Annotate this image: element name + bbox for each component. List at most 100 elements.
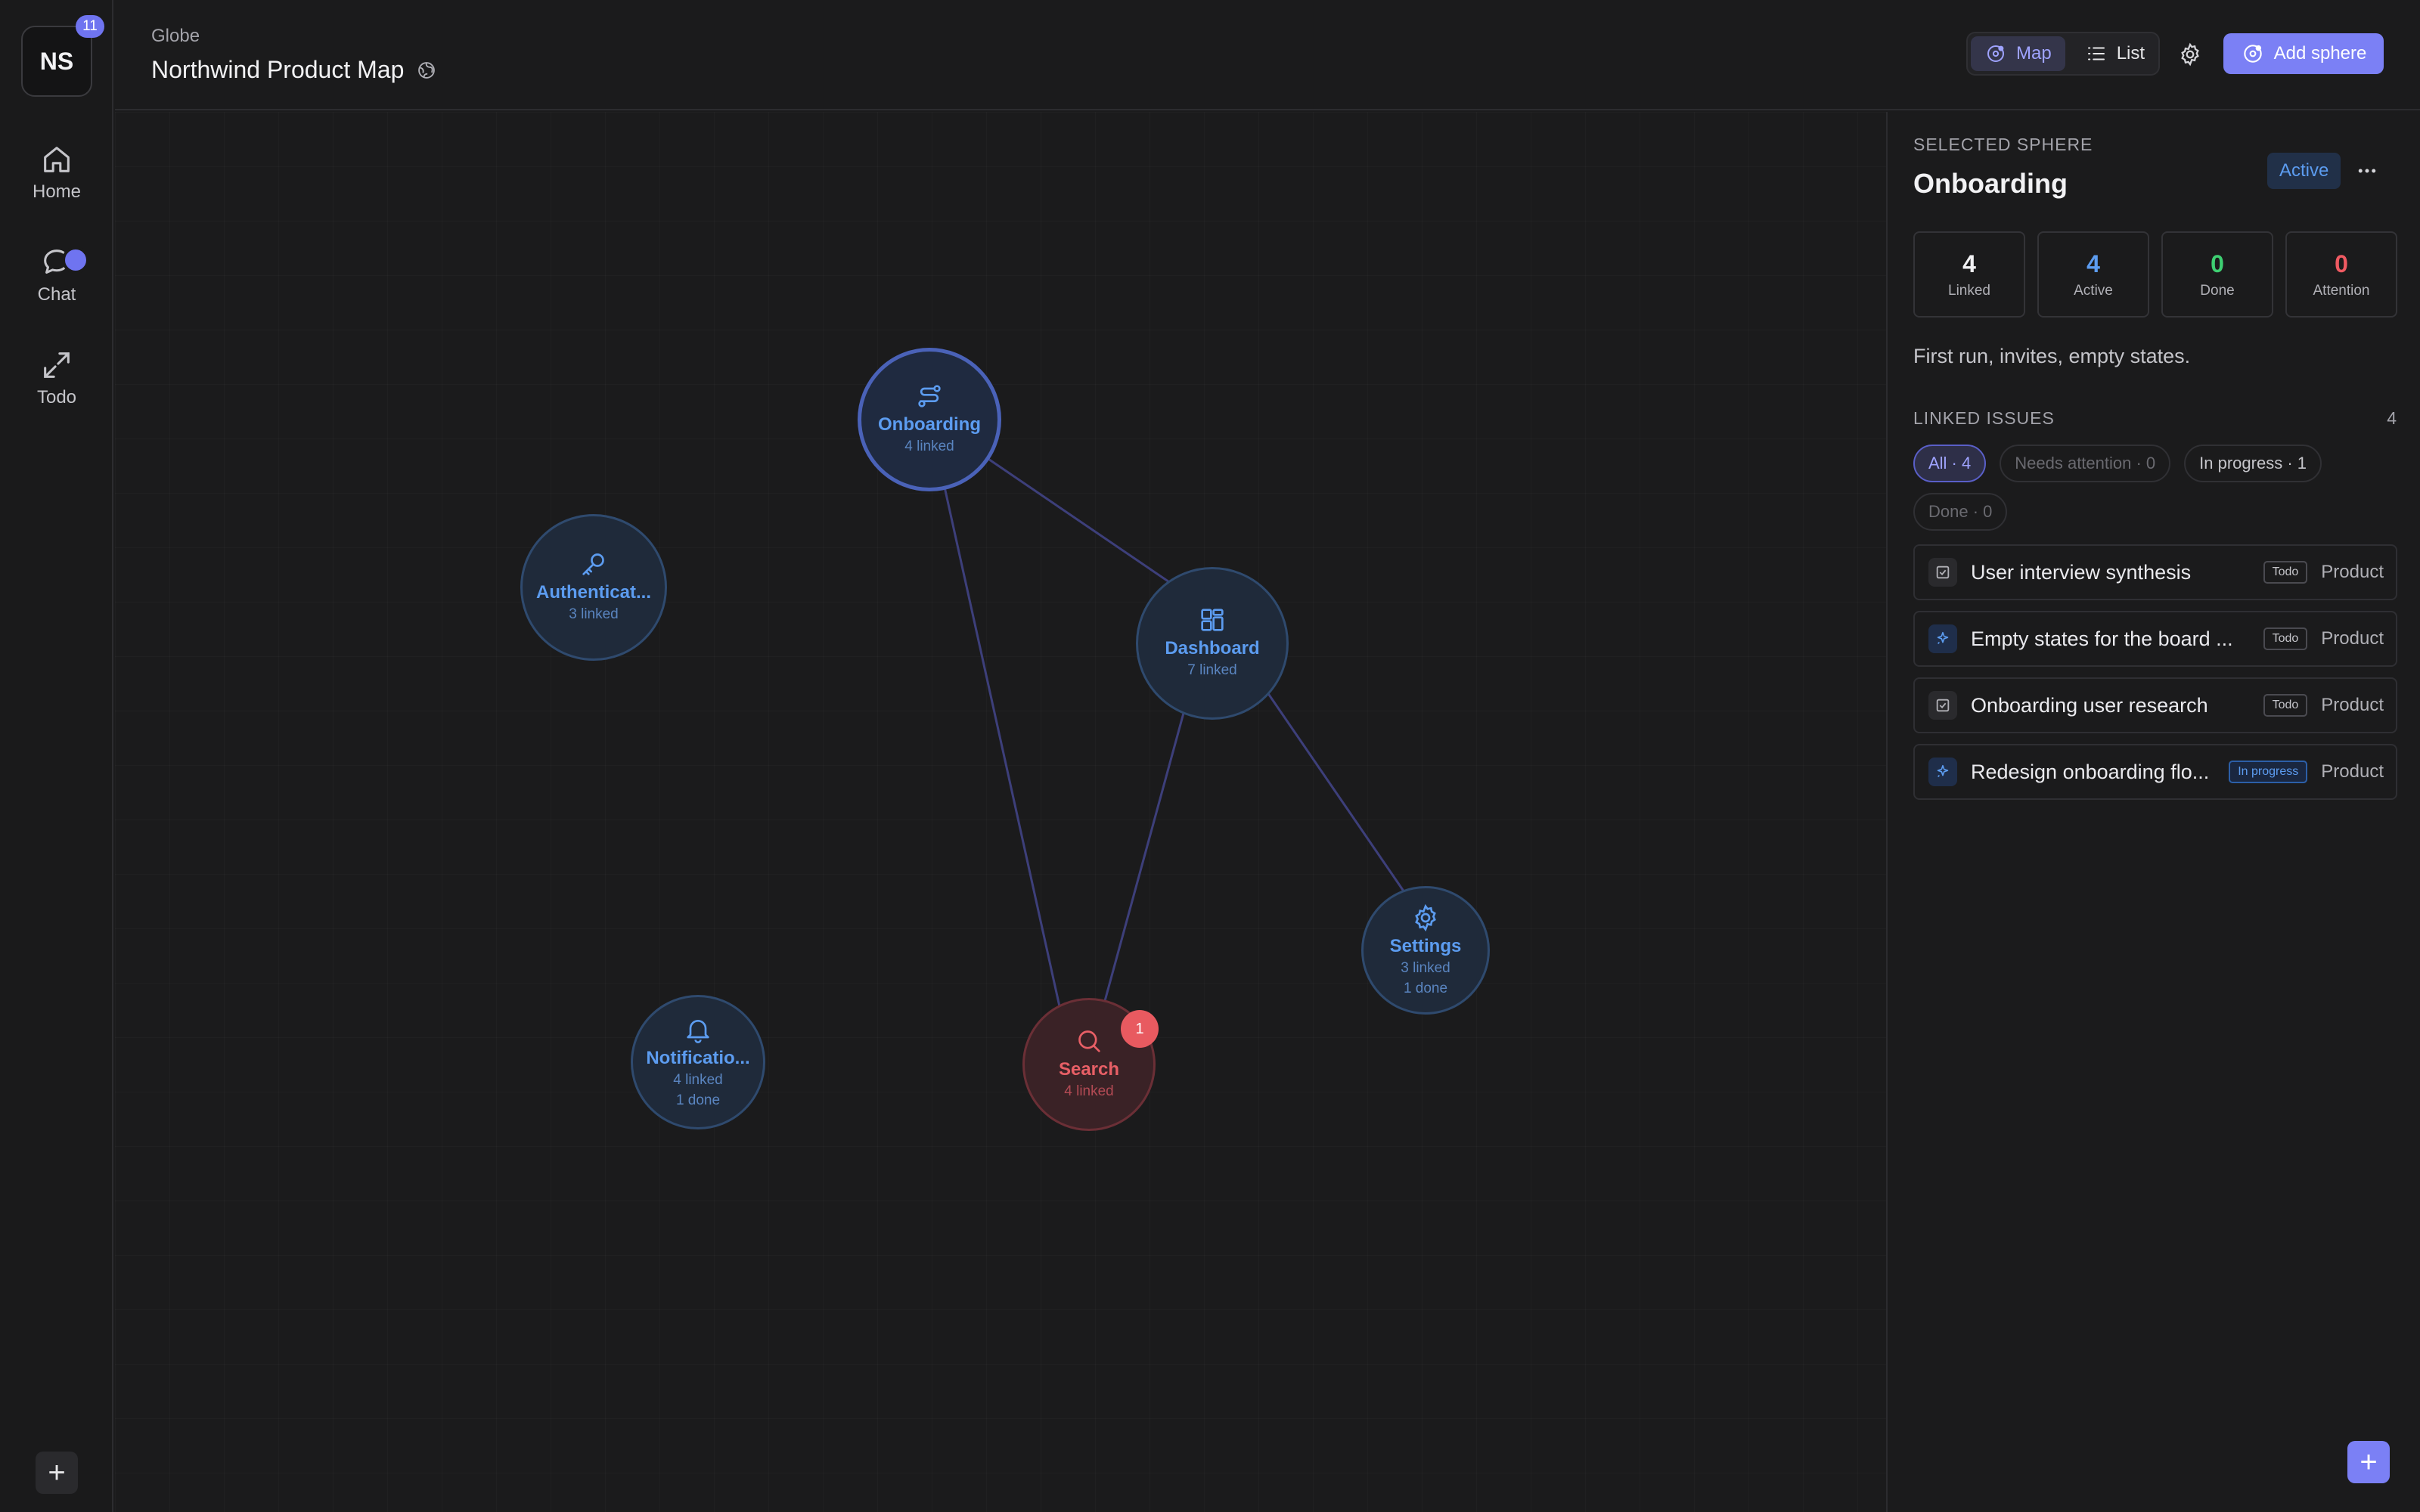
- issue-team: Product: [2321, 628, 2384, 649]
- linked-issues-count: 4: [2387, 408, 2397, 428]
- issue-title: Empty states for the board ...: [1971, 627, 2233, 650]
- page-title: Northwind Product Map: [151, 56, 437, 84]
- sphere-linked-count: 7 linked: [1187, 662, 1237, 678]
- expand-arrows-icon: [44, 352, 70, 378]
- stat-linked: 4 Linked: [1913, 231, 2025, 318]
- issue-row[interactable]: Onboarding user research Todo Product: [1913, 677, 2397, 733]
- sphere-node-notifications[interactable]: Notificatio... 4 linked 1 done: [631, 995, 765, 1129]
- issue-row[interactable]: User interview synthesis Todo Product: [1913, 544, 2397, 600]
- search-icon: [1078, 1030, 1100, 1052]
- floating-add-button[interactable]: +: [2347, 1441, 2390, 1483]
- more-options-button[interactable]: [2350, 154, 2384, 187]
- issue-row[interactable]: Redesign onboarding flo... In progress P…: [1913, 744, 2397, 800]
- sphere-links: [928, 417, 1417, 1065]
- sparkle-icon: [1928, 758, 1957, 786]
- stat-attention: 0 Attention: [2285, 231, 2397, 318]
- linked-issues-list: User interview synthesis Todo Product Em…: [1913, 544, 2397, 800]
- rail-home-label: Home: [32, 181, 82, 202]
- sphere-detail-panel: SELECTED SPHERE Onboarding Active 4 Link…: [1886, 112, 2420, 1512]
- sphere-linked-count: 4 linked: [1064, 1083, 1114, 1099]
- view-map-button[interactable]: Map: [1971, 36, 2065, 71]
- checkbox-icon: [1928, 691, 1957, 720]
- status-badge[interactable]: Active: [2267, 153, 2341, 189]
- view-list-button[interactable]: List: [2071, 36, 2158, 71]
- sphere-node-authentication[interactable]: Authenticat... 3 linked: [520, 514, 667, 661]
- stat-value: 0: [2335, 249, 2348, 277]
- issue-status-tag: Todo: [2263, 627, 2308, 650]
- stat-value: 4: [2086, 249, 2100, 277]
- issue-team: Product: [2321, 761, 2384, 782]
- sphere-done-count: 1 done: [675, 1092, 721, 1108]
- bell-icon: [687, 1020, 709, 1043]
- issue-row[interactable]: Empty states for the board ... Todo Prod…: [1913, 611, 2397, 667]
- sphere-linked-count: 3 linked: [569, 606, 619, 622]
- sphere-map-canvas[interactable]: Onboarding 4 linked Authenticat... 3 lin…: [115, 112, 1886, 1512]
- home-icon: [44, 147, 70, 172]
- stat-label: Active: [2074, 282, 2113, 299]
- add-sphere-label: Add sphere: [2273, 43, 2367, 64]
- sphere-done-count: 1 done: [1403, 981, 1448, 996]
- rail-item-home[interactable]: Home: [0, 142, 113, 203]
- issue-title: Onboarding user research: [1971, 693, 2208, 717]
- sphere-name: Search: [1058, 1059, 1120, 1080]
- list-icon: [2087, 47, 2105, 60]
- issue-status-tag: Todo: [2263, 561, 2308, 584]
- chat-unread-badge: [62, 246, 89, 274]
- sphere-description: First run, invites, empty states.: [1913, 345, 2191, 367]
- breadcrumb[interactable]: Globe: [151, 26, 200, 47]
- issue-title: User interview synthesis: [1971, 560, 2192, 584]
- stat-label: Attention: [2313, 282, 2370, 299]
- more-horizontal-icon: [2358, 169, 2376, 173]
- stat-done: 0 Done: [2161, 231, 2273, 318]
- sphere-attention-badge: 1: [1121, 1010, 1159, 1048]
- filter-chip-needs-attention[interactable]: Needs attention · 0: [2000, 445, 2171, 482]
- sphere-name: Authenticat...: [535, 582, 651, 603]
- rail-item-chat[interactable]: Chat: [0, 245, 113, 305]
- stat-label: Linked: [1948, 282, 1990, 299]
- view-toggle: Map List: [1966, 32, 2160, 76]
- stats-row: 4 Linked 4 Active 0 Done 0 Attention: [1913, 231, 2397, 318]
- orbit-icon: [2243, 45, 2262, 63]
- dashboard-icon: [1201, 609, 1224, 631]
- filter-chip-all[interactable]: All · 4: [1913, 445, 1987, 482]
- panel-title: Onboarding: [1913, 168, 2068, 199]
- issue-filter-chips: All · 4 Needs attention · 0 In progress …: [1913, 445, 2397, 531]
- sphere-name: Dashboard: [1165, 638, 1260, 658]
- orbit-icon: [1987, 45, 2004, 62]
- issue-team: Product: [2321, 562, 2384, 582]
- sphere-linked-count: 4 linked: [673, 1072, 723, 1088]
- key-icon: [582, 553, 604, 575]
- issue-team: Product: [2321, 695, 2384, 715]
- stat-active: 4 Active: [2037, 231, 2149, 318]
- left-rail: NS 11 Home Chat Todo +: [0, 0, 113, 1512]
- sphere-name: Notificatio...: [646, 1048, 750, 1068]
- rail-item-todo[interactable]: Todo: [0, 348, 113, 408]
- filter-chip-in-progress[interactable]: In progress · 1: [2184, 445, 2322, 482]
- sphere-node-onboarding[interactable]: Onboarding 4 linked: [858, 348, 1001, 491]
- sphere-name: Settings: [1389, 936, 1462, 956]
- sphere-node-settings[interactable]: Settings 3 linked 1 done: [1361, 886, 1490, 1015]
- page-title-text: Northwind Product Map: [151, 56, 405, 83]
- top-header: Globe Northwind Product Map Map List Add…: [115, 0, 2420, 110]
- settings-button[interactable]: [2173, 38, 2207, 71]
- checkbox-icon: [1928, 558, 1957, 587]
- issue-status-tag: In progress: [2229, 761, 2308, 783]
- issue-title: Redesign onboarding flo...: [1971, 760, 2210, 783]
- gear-icon: [1415, 903, 1436, 932]
- stat-value: 4: [1962, 249, 1976, 277]
- stat-value: 0: [2211, 249, 2224, 277]
- view-map-label: Map: [2016, 43, 2052, 64]
- sparkle-icon: [1928, 624, 1957, 653]
- sphere-node-dashboard[interactable]: Dashboard 7 linked: [1136, 567, 1289, 720]
- sphere-linked-count: 4 linked: [904, 438, 954, 454]
- rail-todo-label: Todo: [36, 387, 77, 407]
- linked-issues-header: LINKED ISSUES 4: [1913, 408, 2397, 429]
- gear-icon: [2181, 42, 2199, 67]
- linked-issues-title: LINKED ISSUES: [1913, 408, 2055, 428]
- rail-chat-label: Chat: [37, 284, 76, 305]
- add-sphere-button[interactable]: Add sphere: [2223, 33, 2384, 74]
- stat-label: Done: [2200, 282, 2235, 299]
- rail-add-button[interactable]: +: [36, 1452, 78, 1494]
- sphere-linked-count: 3 linked: [1401, 960, 1450, 976]
- filter-chip-done[interactable]: Done · 0: [1913, 493, 2008, 531]
